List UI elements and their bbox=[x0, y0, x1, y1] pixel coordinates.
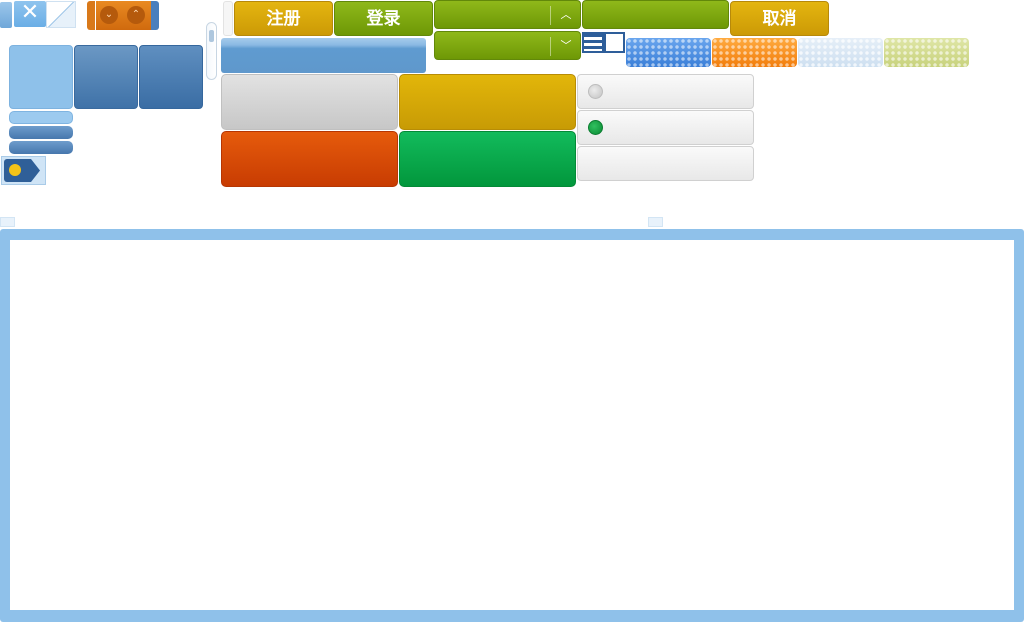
login-button[interactable]: 登录 bbox=[334, 1, 433, 36]
corner-mark-left bbox=[0, 217, 15, 227]
dotted-button-blue[interactable] bbox=[626, 38, 711, 67]
lightbulb-icon bbox=[9, 164, 21, 176]
chevron-up-icon[interactable]: ︿ bbox=[557, 5, 575, 25]
dotted-button-olive[interactable] bbox=[884, 38, 969, 67]
blue-header-bar bbox=[221, 38, 426, 73]
radio-option-selected[interactable] bbox=[577, 110, 754, 145]
option-row-empty[interactable] bbox=[577, 146, 754, 181]
block-green[interactable] bbox=[399, 131, 576, 187]
green-input-bar[interactable] bbox=[582, 0, 729, 29]
dotted-button-orange[interactable] bbox=[712, 38, 797, 67]
chevron-down-icon[interactable]: ⌄ bbox=[100, 6, 118, 24]
chevron-up-icon[interactable]: ⌃ bbox=[127, 6, 145, 24]
dropdown-separator bbox=[550, 37, 551, 56]
dropdown-down[interactable]: ﹀ bbox=[434, 31, 581, 60]
bar-medium bbox=[9, 126, 73, 139]
tile-medium bbox=[74, 45, 138, 109]
tile-light bbox=[9, 45, 73, 109]
resize-corner bbox=[46, 1, 76, 28]
edge-piece-left bbox=[0, 2, 12, 28]
block-grey[interactable] bbox=[221, 74, 398, 130]
register-button[interactable]: 注册 bbox=[234, 1, 333, 36]
tile-dark bbox=[139, 45, 203, 109]
bar-dark bbox=[9, 141, 73, 154]
radio-on-icon[interactable] bbox=[588, 120, 603, 135]
block-gold[interactable] bbox=[399, 74, 576, 130]
dropdown-separator bbox=[550, 6, 551, 25]
list-view-icon[interactable] bbox=[582, 32, 604, 53]
close-button[interactable]: ✕ bbox=[14, 1, 46, 27]
radio-option-unselected[interactable] bbox=[577, 74, 754, 109]
button-edge bbox=[223, 1, 233, 36]
close-icon: ✕ bbox=[20, 0, 40, 25]
bar-light bbox=[9, 111, 73, 124]
cancel-button[interactable]: 取消 bbox=[730, 1, 829, 36]
corner-mark-right bbox=[648, 217, 663, 227]
dotted-button-pale[interactable] bbox=[798, 38, 883, 67]
blue-tab-edge bbox=[151, 1, 159, 30]
radio-off-icon[interactable] bbox=[588, 84, 603, 99]
scrollbar-grip bbox=[209, 30, 214, 42]
chevron-down-icon[interactable]: ﹀ bbox=[557, 36, 575, 56]
content-panel bbox=[10, 240, 1014, 610]
single-view-icon[interactable] bbox=[604, 32, 625, 53]
dropdown-up[interactable]: ︿ bbox=[434, 0, 581, 29]
block-red[interactable] bbox=[221, 131, 398, 187]
orange-tab-edge bbox=[87, 1, 95, 30]
